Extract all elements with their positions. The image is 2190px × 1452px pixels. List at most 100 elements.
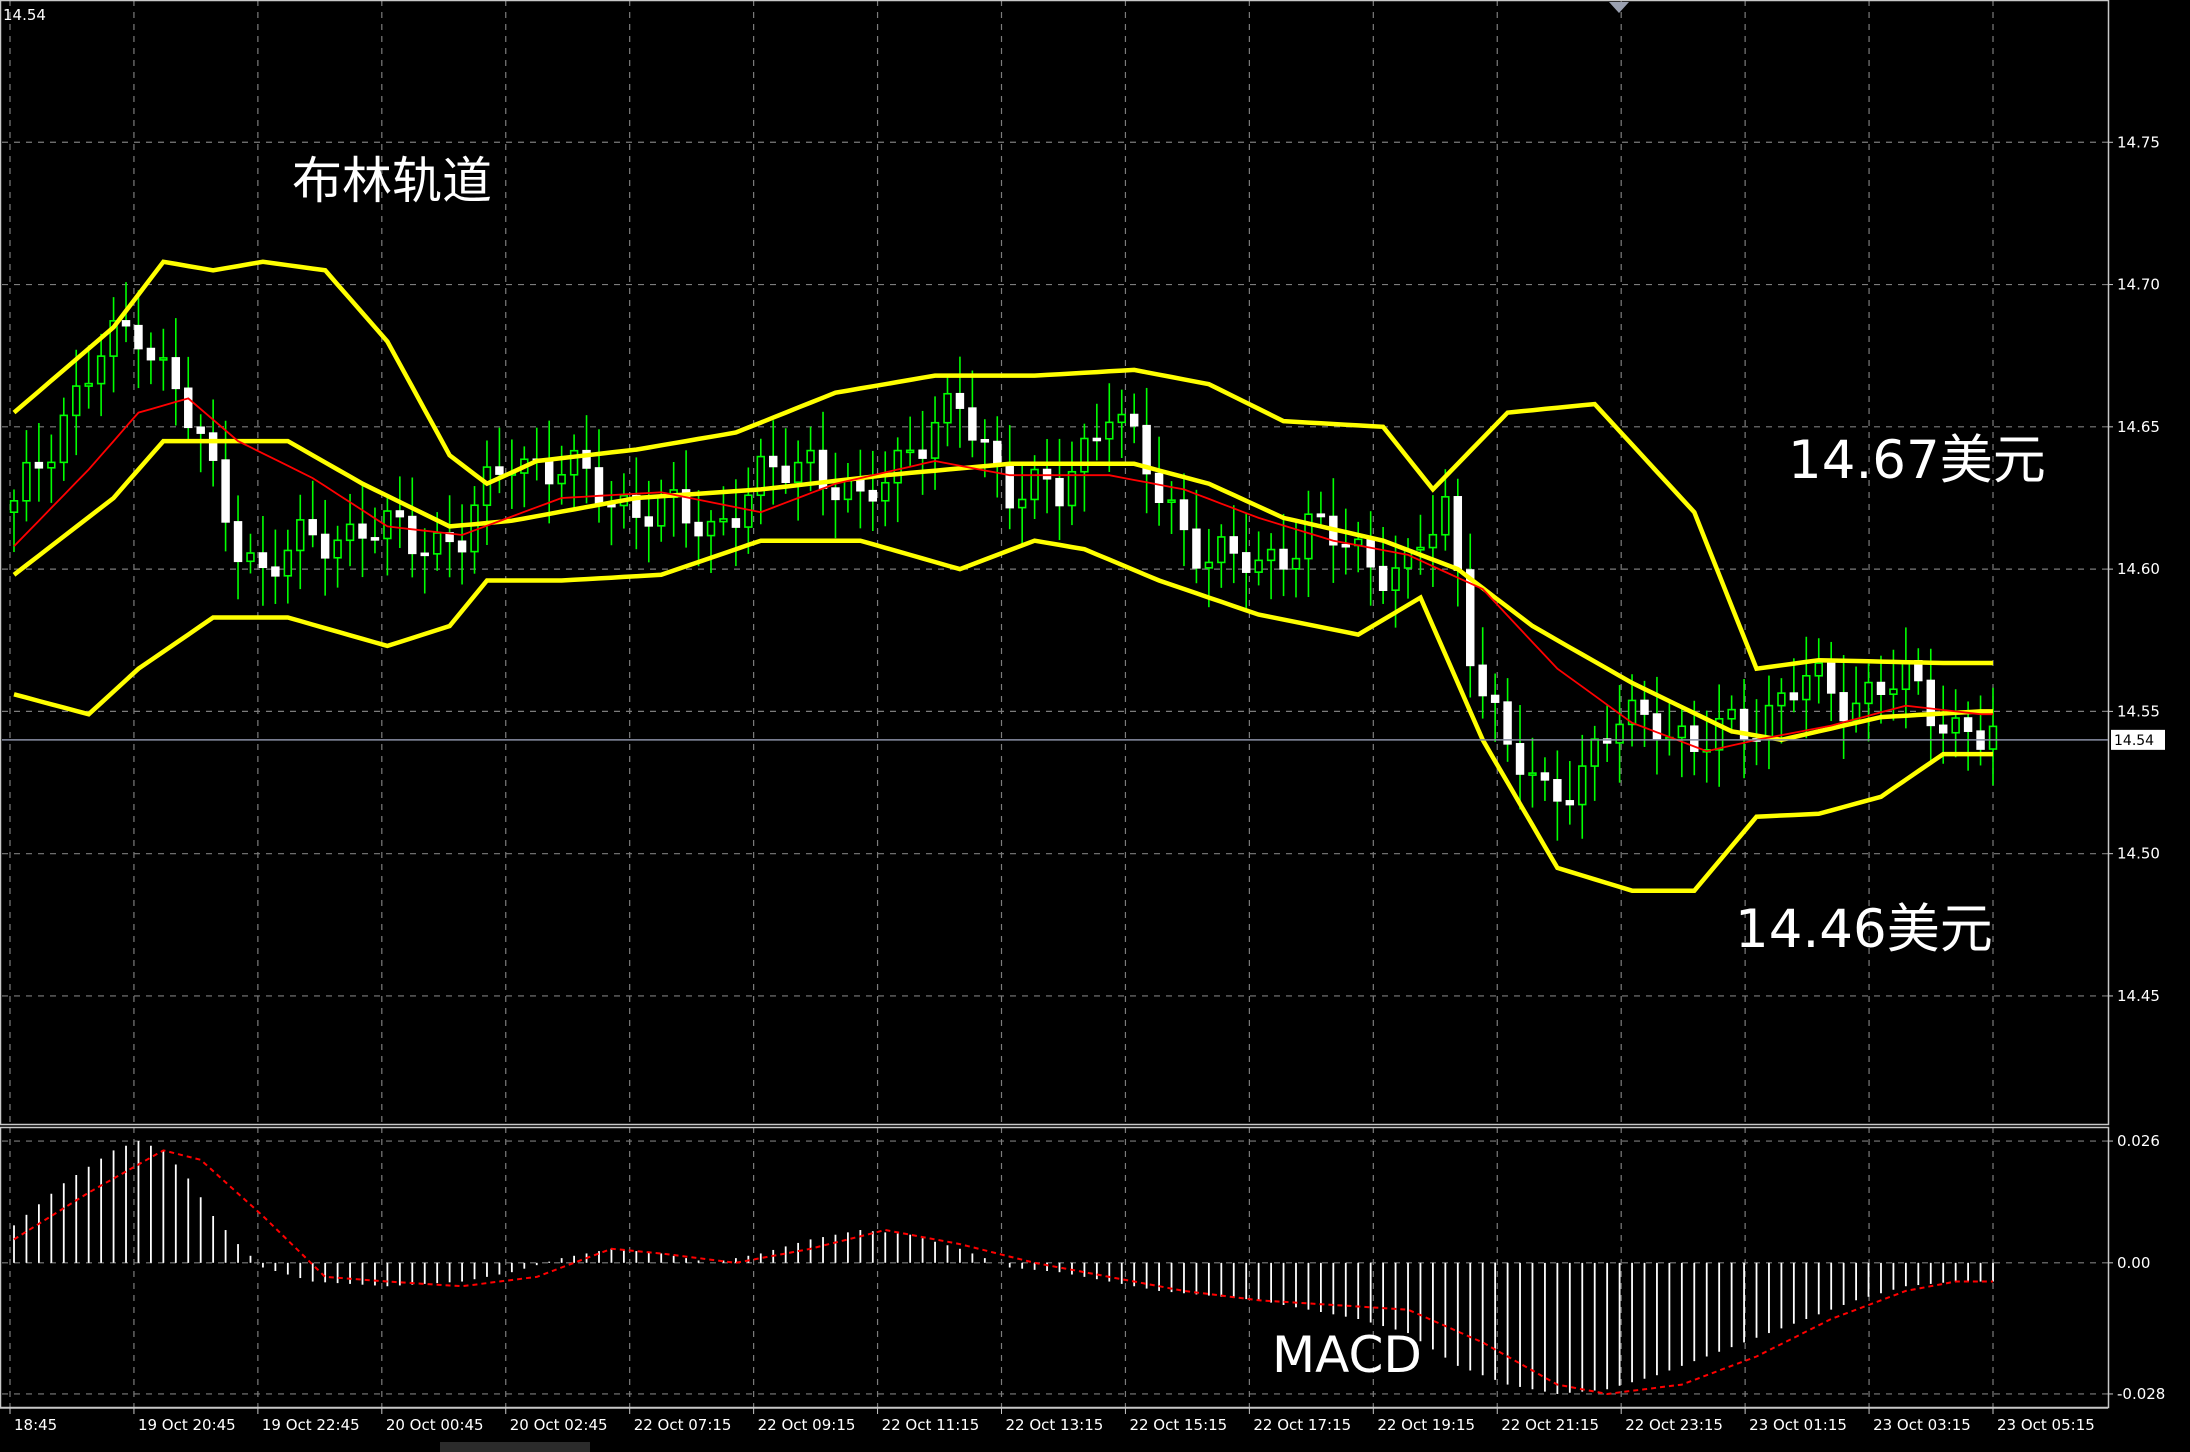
y-tick-label: 14.50	[2117, 845, 2160, 863]
candle-body-down	[644, 516, 653, 527]
candle-body-down	[1042, 468, 1052, 480]
candle-body-up	[246, 552, 255, 563]
candle-body-down	[1503, 701, 1512, 745]
macd-axis: 0.026 0.00 -0.028	[2108, 1132, 2165, 1403]
candle-body-down	[1478, 664, 1487, 697]
candle-body-up	[1814, 662, 1823, 677]
candle-body-down	[769, 455, 778, 468]
candle-body-down	[918, 449, 927, 459]
candle-body-up	[1951, 717, 1960, 734]
x-tick-label: 19 Oct 22:45	[262, 1416, 360, 1434]
candle-body-down	[258, 552, 268, 569]
macd-title: MACD	[1272, 1326, 1422, 1384]
candle-body-down	[1366, 538, 1375, 568]
candle-body-down	[968, 407, 977, 441]
candle-body-up	[557, 473, 566, 485]
candle-body-down	[831, 487, 840, 501]
candle-body-up	[432, 532, 442, 555]
x-tick-label: 23 Oct 05:15	[1997, 1416, 2095, 1434]
macd-tick-label: 0.026	[2117, 1132, 2160, 1150]
candle-body-down	[233, 521, 243, 563]
candle-body-down	[121, 320, 131, 327]
candle-body-up	[1677, 725, 1687, 739]
candle-body-up	[283, 549, 293, 577]
candle-body-down	[184, 387, 193, 429]
x-tick-label: 22 Oct 13:15	[1006, 1416, 1104, 1434]
x-tick-label: 19 Oct 20:45	[138, 1416, 236, 1434]
x-tick-label: 20 Oct 00:45	[386, 1416, 484, 1434]
candle-body-up	[1266, 548, 1276, 562]
macd-tick-label: 0.00	[2117, 1254, 2150, 1272]
x-tick-label: 22 Oct 09:15	[758, 1416, 856, 1434]
x-tick-label: 22 Oct 17:15	[1253, 1416, 1351, 1434]
candlestick-series	[9, 282, 1998, 841]
candle-body-down	[1129, 413, 1139, 427]
candle-body-up	[1988, 725, 1998, 750]
x-tick-label: 18:45	[14, 1416, 57, 1434]
candle-body-down	[146, 347, 156, 361]
candle-body-up	[1291, 557, 1301, 570]
macd-tick-label: -0.028	[2117, 1385, 2165, 1403]
candle-body-down	[1241, 552, 1251, 573]
x-tick-label: 20 Oct 02:45	[510, 1416, 608, 1434]
candle-body-up	[881, 481, 890, 502]
candle-body-up	[1864, 681, 1873, 705]
candle-body-down	[1005, 463, 1014, 509]
lower-band-annotation: 14.46美元	[1735, 899, 1993, 960]
x-tick-label: 23 Oct 01:15	[1749, 1416, 1847, 1434]
candle-body-up	[1080, 437, 1089, 473]
candle-body-down	[395, 510, 405, 518]
candle-body-up	[9, 500, 19, 514]
bollinger-middle-band	[12, 438, 1993, 743]
candle-body-down	[544, 459, 554, 485]
candle-body-up	[930, 421, 940, 459]
x-tick-label: 22 Oct 23:15	[1625, 1416, 1723, 1434]
candle-body-down	[1839, 692, 1848, 722]
candle-body-down	[1154, 472, 1164, 503]
candle-body-down	[1938, 724, 1948, 734]
candle-body-up	[296, 519, 305, 552]
candle-body-up	[1105, 421, 1114, 440]
candle-body-up	[1901, 660, 1911, 691]
candle-body-down	[1055, 477, 1064, 507]
candle-body-down	[408, 515, 417, 555]
candle-body-down	[856, 478, 865, 492]
candle-body-down	[1876, 681, 1886, 695]
x-tick-label: 22 Oct 07:15	[634, 1416, 732, 1434]
candle-body-down	[1229, 536, 1238, 554]
candle-body-down	[1553, 779, 1562, 802]
candle-body-down	[1963, 717, 1973, 732]
candle-body-up	[706, 520, 716, 537]
candle-body-down	[955, 392, 965, 409]
candle-body-down	[1341, 543, 1351, 548]
candle-body-down	[980, 438, 990, 443]
y-tick-label: 14.45	[2117, 987, 2160, 1005]
macd-signal-path	[13, 1149, 1993, 1396]
candle-body-down	[1515, 743, 1525, 775]
candle-body-down	[1540, 772, 1550, 781]
y-tick-label: 14.75	[2117, 133, 2160, 151]
candle-body-down	[1279, 548, 1288, 570]
candle-body-up	[893, 449, 902, 484]
candle-body-down	[221, 459, 230, 523]
candle-body-down	[1378, 565, 1388, 591]
candle-body-up	[1391, 567, 1400, 591]
candle-body-up	[719, 518, 728, 523]
moving-average-line	[13, 397, 1993, 753]
candle-body-up	[1416, 546, 1425, 551]
y-tick-label: 14.65	[2117, 418, 2160, 436]
candle-body-up	[59, 414, 69, 464]
candle-body-up	[1441, 496, 1450, 536]
candle-body-up	[345, 523, 355, 542]
candle-body-down	[457, 540, 467, 553]
scroll-marker-icon[interactable]	[1609, 2, 1629, 13]
candle-body-down	[420, 552, 429, 557]
macd-histogram	[13, 1141, 1994, 1394]
candle-body-down	[1565, 800, 1575, 806]
candle-body-up	[84, 382, 93, 387]
y-tick-label: 14.60	[2117, 560, 2160, 578]
horizontal-scrollbar[interactable]	[440, 1442, 590, 1452]
candle-body-down	[1490, 694, 1500, 703]
candle-body-down	[1192, 528, 1201, 569]
x-tick-label: 22 Oct 19:15	[1377, 1416, 1475, 1434]
